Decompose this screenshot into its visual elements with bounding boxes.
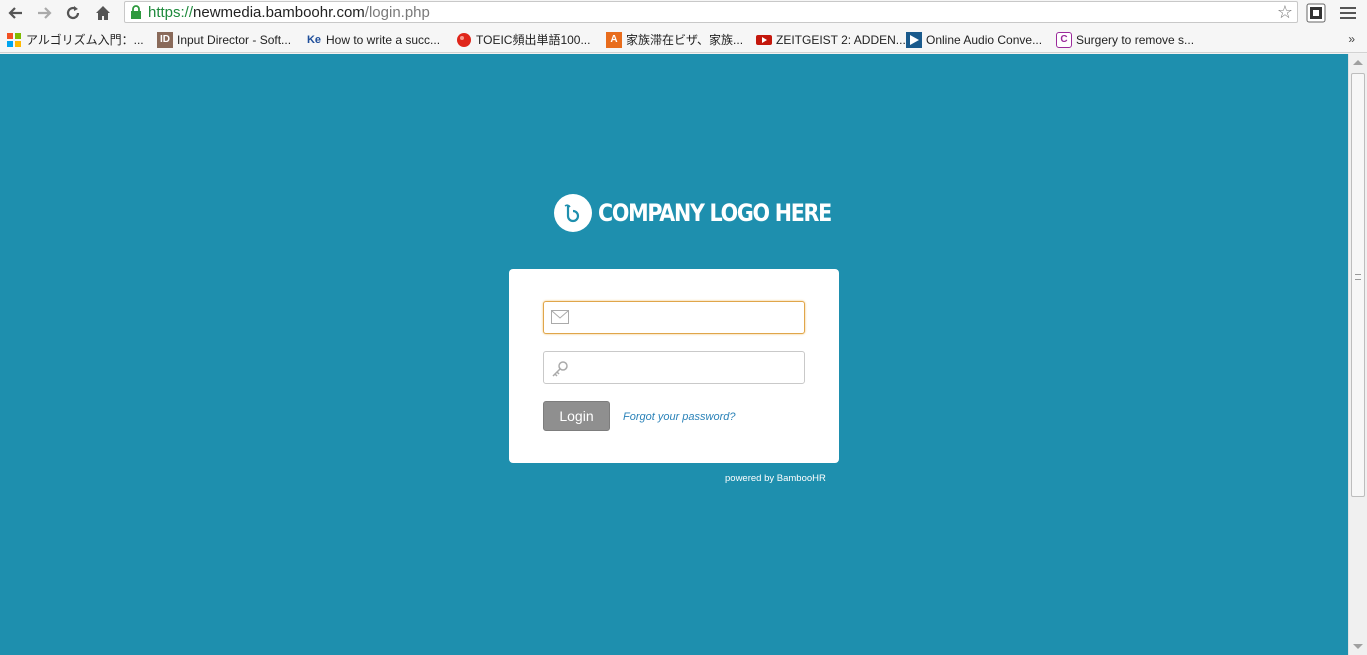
- chrome-menu-icon[interactable]: [1340, 4, 1356, 20]
- ke-icon: Ke: [306, 33, 322, 46]
- email-input[interactable]: [576, 306, 798, 330]
- login-card: Login Forgot your password?: [509, 269, 839, 463]
- windows-icon: [6, 32, 22, 48]
- bookmark-label: Input Director - Soft...: [177, 32, 292, 47]
- login-button[interactable]: Login: [543, 401, 610, 431]
- extension-icon[interactable]: [1305, 2, 1327, 24]
- bookmark-item[interactable]: ZEITGEIST 2: ADDEN...: [756, 31, 906, 48]
- powered-by-text: powered by BambooHR: [725, 473, 826, 484]
- home-icon[interactable]: [92, 2, 114, 24]
- forward-icon[interactable]: [33, 2, 55, 24]
- red-ball-icon: [456, 32, 472, 48]
- bookmark-label: 家族滞在ビザ、家族...: [626, 33, 744, 47]
- bookmarks-overflow-icon[interactable]: »: [1348, 32, 1355, 46]
- lock-icon: [130, 5, 142, 24]
- bookmark-star-icon[interactable]: ☆: [1277, 3, 1293, 21]
- email-field[interactable]: [543, 301, 805, 334]
- envelope-icon: [551, 310, 569, 329]
- bookmark-item[interactable]: TOEIC頻出単語100...: [456, 31, 590, 48]
- password-input[interactable]: [576, 356, 798, 380]
- youtube-icon: [756, 32, 772, 48]
- bookmark-item[interactable]: Online Audio Conve...: [906, 31, 1042, 48]
- browser-toolbar: https://newmedia.bamboohr.com/login.php …: [0, 0, 1367, 26]
- reload-icon[interactable]: [62, 2, 84, 24]
- bookmark-label: TOEIC頻出単語100...: [476, 33, 591, 47]
- bookmark-item[interactable]: A 家族滞在ビザ、家族...: [606, 31, 743, 48]
- logo-text: COMPANY LOGO HERE: [598, 199, 832, 227]
- address-bar[interactable]: https://newmedia.bamboohr.com/login.php …: [124, 1, 1298, 23]
- id-icon: ID: [157, 31, 173, 48]
- c-icon: C: [1056, 31, 1072, 48]
- back-icon[interactable]: [5, 2, 27, 24]
- url-text: https://newmedia.bamboohr.com/login.php: [148, 4, 430, 21]
- password-field[interactable]: [543, 351, 805, 384]
- bookmark-label: How to write a succ...: [326, 32, 441, 47]
- forgot-password-link[interactable]: Forgot your password?: [623, 411, 736, 423]
- scroll-down-arrow-icon[interactable]: [1353, 644, 1363, 649]
- scroll-up-arrow-icon[interactable]: [1353, 60, 1363, 65]
- bookmark-item[interactable]: Ke How to write a succ...: [306, 31, 440, 48]
- bookmark-label: Online Audio Conve...: [926, 32, 1043, 47]
- bookmark-label: Surgery to remove s...: [1076, 32, 1195, 47]
- bookmark-item[interactable]: C Surgery to remove s...: [1056, 31, 1194, 48]
- bookmark-label: ZEITGEIST 2: ADDEN...: [776, 32, 906, 47]
- bookmarks-bar: アルゴリズム入門：... ID Input Director - Soft...…: [0, 26, 1367, 53]
- company-logo: COMPANY LOGO HERE: [554, 194, 869, 232]
- vertical-scrollbar[interactable]: [1348, 54, 1367, 655]
- bookmark-item[interactable]: ID Input Director - Soft...: [157, 31, 291, 48]
- bookmark-item[interactable]: アルゴリズム入門：...: [6, 31, 144, 48]
- play-icon: [906, 31, 922, 48]
- bamboo-logo-icon: [554, 194, 592, 232]
- bookmark-label: アルゴリズム入門：...: [26, 33, 144, 47]
- key-icon: [551, 360, 569, 383]
- a-icon: A: [606, 31, 622, 48]
- scroll-thumb[interactable]: [1351, 73, 1365, 497]
